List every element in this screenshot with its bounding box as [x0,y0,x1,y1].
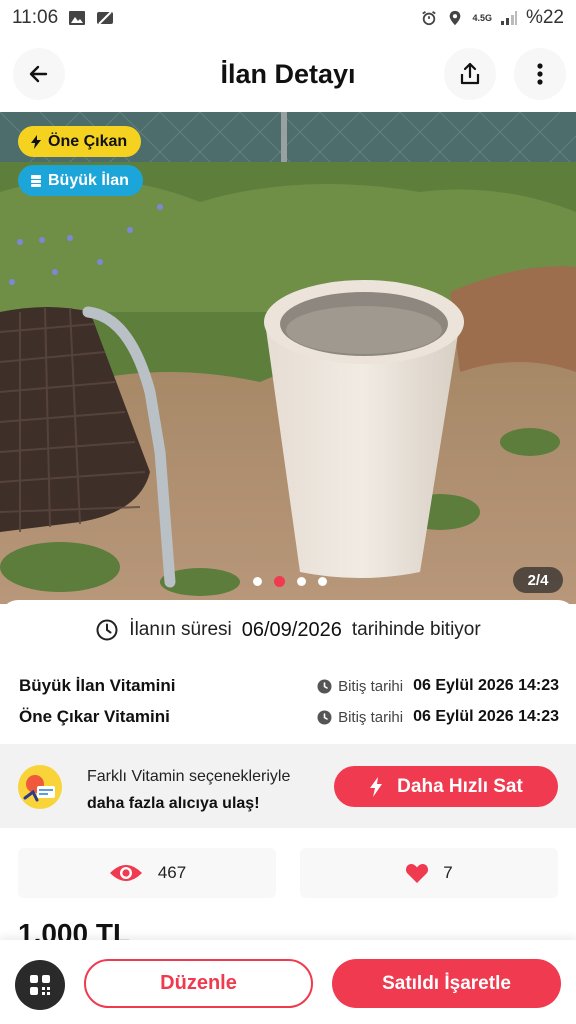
expiry-prefix: İlanın süresi [129,619,232,640]
vitamin-promo-banner: Farklı Vitamin seçenekleriyle daha fazla… [0,744,576,828]
muted-icon [97,11,114,25]
promo-line-2: daha fazla alıcıya ulaş! [87,795,260,812]
pagination-dot[interactable] [297,577,306,586]
share-icon [460,62,480,85]
vitamin-name: Öne Çıkar Vitamini [19,707,170,726]
mark-sold-button[interactable]: Satıldı İşaretle [332,959,561,1008]
stack-icon [31,174,41,187]
edit-button[interactable]: Düzenle [84,959,313,1008]
expiry-notice: İlanın süresi 06/09/2026 tarihinde bitiy… [0,618,576,642]
signal-icon [500,11,517,25]
featured-badge: Öne Çıkan [18,126,142,157]
sell-faster-label: Daha Hızlı Sat [397,775,523,797]
clock-icon [96,619,118,641]
photo-pagination [253,576,327,587]
qr-code-icon [30,975,50,995]
bottom-action-bar: Düzenle Satıldı İşaretle [0,940,576,1024]
expiry-suffix: tarihinde bitiyor [351,619,481,640]
views-count: 467 [157,863,187,882]
expiry-date: 06/09/2026 [241,618,342,641]
eye-icon [109,865,142,881]
big-listing-badge: Büyük İlan [18,165,143,196]
listing-price: 1.000 TL [18,918,131,940]
sell-faster-button[interactable]: Daha Hızlı Sat [334,766,558,807]
vitamin-end-label: Bitiş tarihi [338,677,404,695]
lightning-icon [370,776,383,797]
photo-counter: 2/4 [513,567,563,593]
views-stat: 467 [18,848,276,898]
likes-stat: 7 [300,848,558,898]
qr-code-button[interactable] [15,960,65,1010]
vitamin-row: Büyük İlan Vitamini Bitiş tarihi 06 Eylü… [19,673,559,699]
vitamin-row: Öne Çıkar Vitamini Bitiş tarihi 06 Eylül… [19,704,559,730]
arrow-left-icon [29,65,48,83]
more-vertical-icon [537,63,543,85]
vitamin-name: Büyük İlan Vitamini [19,676,176,695]
status-bar: 11:06 4.5G %22 [0,0,576,36]
pagination-dot-active[interactable] [274,576,285,587]
battery-level: %22 [525,7,564,28]
heart-icon [406,864,429,883]
app-header: İlan Detayı [0,36,576,112]
image-icon [69,11,86,25]
vitamin-promo-icon [18,765,62,809]
clock-filled-icon [317,710,332,724]
lightning-icon [31,134,41,149]
featured-badge-label: Öne Çıkan [48,132,128,150]
vitamin-end-date: 06 Eylül 2026 14:23 [413,677,559,694]
share-button[interactable] [444,48,496,100]
more-button[interactable] [514,48,566,100]
vitamin-end-label: Bitiş tarihi [338,708,404,726]
pagination-dot[interactable] [318,577,327,586]
network-type: 4.5G [472,12,492,23]
alarm-icon [422,11,437,26]
back-button[interactable] [13,48,65,100]
status-time: 11:06 [12,7,59,28]
big-listing-badge-label: Büyük İlan [48,171,129,189]
page-title: İlan Detayı [220,58,356,89]
likes-count: 7 [443,863,453,882]
location-icon [450,10,461,26]
listing-photo[interactable]: Öne Çıkan Büyük İlan 2/4 [0,112,576,604]
promo-line-1: Farklı Vitamin seçenekleriyle [87,768,291,785]
promo-text: Farklı Vitamin seçenekleriyle daha fazla… [87,763,290,817]
clock-filled-icon [317,679,332,693]
vitamin-end-date: 06 Eylül 2026 14:23 [413,708,559,725]
pagination-dot[interactable] [253,577,262,586]
